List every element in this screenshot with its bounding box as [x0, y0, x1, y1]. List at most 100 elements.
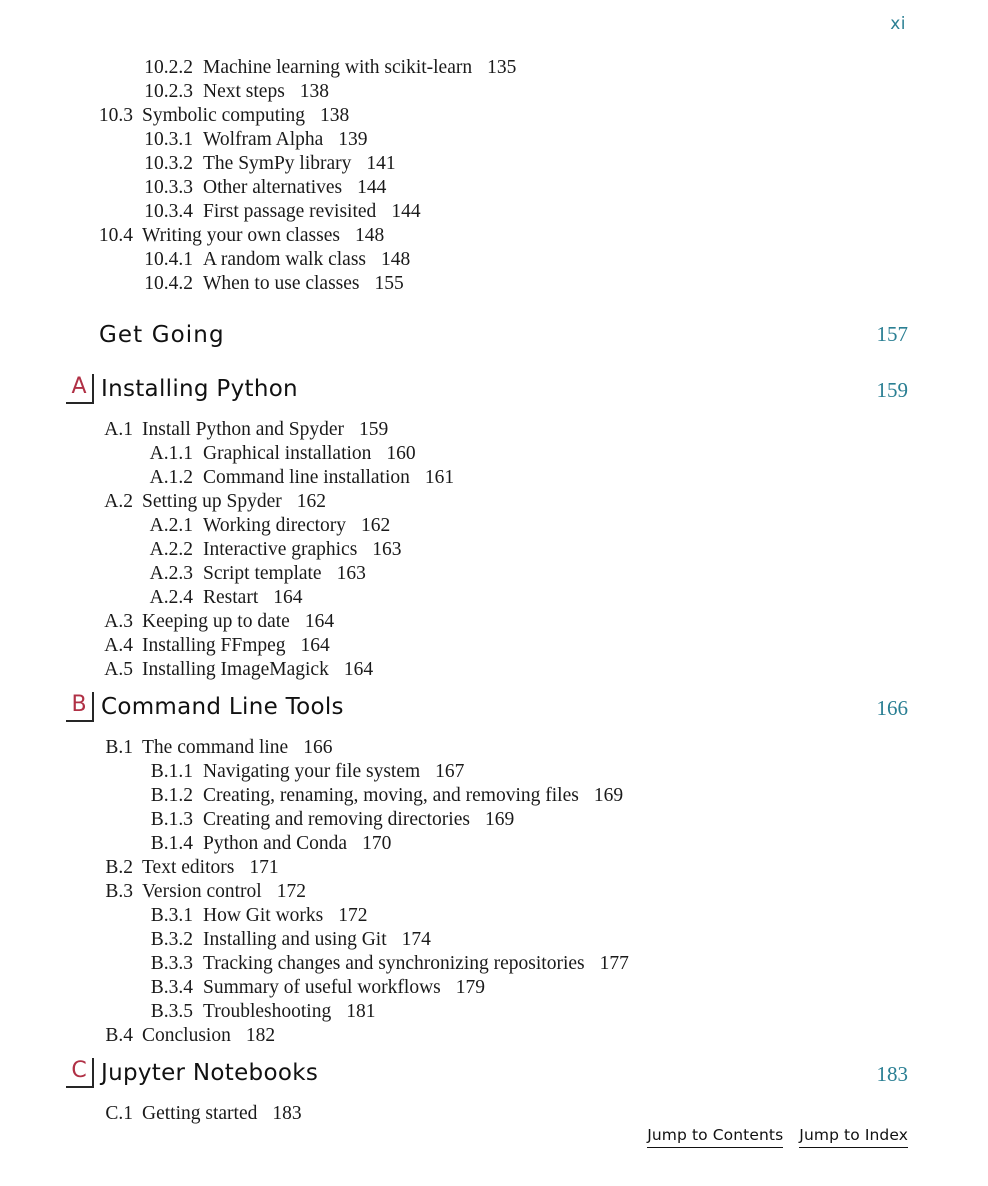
toc-entry[interactable]: B.3.1 How Git works 172: [0, 904, 988, 928]
toc-entry-number: A.2.2: [149, 539, 193, 560]
appendix-title: Command Line Tools: [101, 694, 344, 720]
toc-entry-title: Writing your own classes: [142, 225, 340, 246]
appendix-letter-marker: C: [66, 1058, 94, 1088]
toc-entry[interactable]: 10.4.2 When to use classes 155: [0, 272, 988, 296]
toc-entry[interactable]: A.2.1 Working directory 162: [0, 514, 988, 538]
toc-entry-page: 169: [593, 785, 624, 806]
toc-entry[interactable]: 10.3.4 First passage revisited 144: [0, 200, 988, 224]
toc-entry-number: A.1.1: [149, 443, 193, 464]
toc-entry-page: 164: [300, 635, 330, 656]
toc-entry-page: 138: [320, 105, 350, 126]
footer-jump-links: Jump to Contents Jump to Index: [647, 1126, 908, 1148]
toc-entry-number: B.1.3: [150, 809, 193, 830]
toc-entry-number: B.3.5: [150, 1001, 193, 1022]
toc-entry-page: 161: [424, 467, 455, 488]
toc-entry[interactable]: A.3 Keeping up to date 164: [0, 610, 988, 634]
appendix-entry-list: C.1 Getting started 183: [0, 1102, 988, 1126]
toc-entry-title: Navigating your file system: [203, 761, 421, 782]
appendix-heading-c[interactable]: C Jupyter Notebooks 183: [0, 1058, 988, 1098]
toc-entry-page: 179: [455, 977, 486, 998]
toc-entry-number: 10.4.1: [144, 249, 193, 270]
toc-entry-page: 162: [296, 491, 326, 512]
part-heading-page: 157: [876, 322, 909, 346]
toc-entry-number: B.3: [105, 881, 133, 902]
toc-entry[interactable]: B.1.3 Creating and removing directories 16…: [0, 808, 988, 832]
toc-entry-page: 159: [359, 419, 389, 440]
toc-entry[interactable]: 10.2.2 Machine learning with scikit-learn…: [0, 56, 988, 80]
toc-entry[interactable]: 10.3.1 Wolfram Alpha 139: [0, 128, 988, 152]
toc-entry[interactable]: A.1.2 Command line installation 161: [0, 466, 988, 490]
toc-entry-title: Script template: [203, 563, 322, 584]
toc-entry[interactable]: B.3.3 Tracking changes and synchronizing …: [0, 952, 988, 976]
appendix-title: Installing Python: [101, 376, 298, 402]
toc-entry-title: Keeping up to date: [142, 611, 290, 632]
toc-entry-number: B.3.3: [150, 953, 193, 974]
toc-entry-title: How Git works: [203, 905, 324, 926]
toc-entry-number: C.1: [105, 1103, 133, 1124]
toc-entry-number: A.2.4: [149, 587, 193, 608]
toc-entry-number: A.2.1: [149, 515, 193, 536]
toc-entry[interactable]: A.2 Setting up Spyder 162: [0, 490, 988, 514]
toc-entry-page: 139: [338, 129, 368, 150]
toc-entry-number: A.3: [104, 611, 133, 632]
toc-entry-title: Machine learning with scikit-learn: [203, 57, 473, 78]
toc-entry-number: 10.3.1: [144, 129, 193, 150]
toc-entry[interactable]: 10.3.3 Other alternatives 144: [0, 176, 988, 200]
toc-entry[interactable]: B.3.5 Troubleshooting 181: [0, 1000, 988, 1024]
toc-entry[interactable]: B.3 Version control 172: [0, 880, 988, 904]
toc-entry[interactable]: B.2 Text editors 171: [0, 856, 988, 880]
part-heading-get-going[interactable]: Get Going 157: [0, 322, 988, 348]
toc-entry[interactable]: 10.4.1 A random walk class 148: [0, 248, 988, 272]
toc-entry[interactable]: B.3.4 Summary of useful workflows 179: [0, 976, 988, 1000]
toc-entry[interactable]: A.1 Install Python and Spyder 159: [0, 418, 988, 442]
toc-continued-list: 10.2.2 Machine learning with scikit-learn…: [0, 56, 988, 296]
toc-entry-page: 164: [273, 587, 303, 608]
toc-entry[interactable]: B.4 Conclusion 182: [0, 1024, 988, 1048]
toc-entry-title: Working directory: [203, 515, 347, 536]
toc-entry[interactable]: A.2.3 Script template 163: [0, 562, 988, 586]
toc-entry[interactable]: C.1 Getting started 183: [0, 1102, 988, 1126]
toc-entry-title: Installing and using Git: [203, 929, 387, 950]
toc-entry-page: 170: [362, 833, 392, 854]
toc-entry-page: 164: [304, 611, 335, 632]
toc-entry[interactable]: A.5 Installing ImageMagick 164: [0, 658, 988, 682]
appendix-letter: A: [71, 374, 87, 399]
toc-entry-title: Creating, renaming, moving, and removing…: [203, 785, 579, 806]
appendix-heading-a[interactable]: A Installing Python 159: [0, 374, 988, 414]
toc-entry-number: B.1: [105, 737, 133, 758]
jump-link[interactable]: Jump to Index: [799, 1126, 908, 1148]
toc-entry[interactable]: A.2.2 Interactive graphics 163: [0, 538, 988, 562]
toc-entry[interactable]: A.2.4 Restart 164: [0, 586, 988, 610]
toc-entry[interactable]: A.1.1 Graphical installation 160: [0, 442, 988, 466]
toc-entry-title: Getting started: [142, 1103, 258, 1124]
toc-entry-page: 169: [484, 809, 515, 830]
toc-entry-page: 163: [336, 563, 366, 584]
jump-link[interactable]: Jump to Contents: [647, 1126, 784, 1148]
appendix-page: 166: [876, 696, 909, 720]
appendix-heading-b[interactable]: B Command Line Tools 166: [0, 692, 988, 732]
toc-entry[interactable]: A.4 Installing FFmpeg 164: [0, 634, 988, 658]
appendix-title: Jupyter Notebooks: [101, 1060, 319, 1086]
toc-entry[interactable]: B.1 The command line 166: [0, 736, 988, 760]
toc-entry-title: Restart: [203, 587, 259, 608]
toc-entry[interactable]: B.1.4 Python and Conda 170: [0, 832, 988, 856]
toc-entry-title: Version control: [142, 881, 262, 902]
toc-entry[interactable]: 10.3 Symbolic computing 138: [0, 104, 988, 128]
toc-entry[interactable]: 10.3.2 The SymPy library 141: [0, 152, 988, 176]
toc-entry[interactable]: B.1.1 Navigating your file system 167: [0, 760, 988, 784]
toc-entry[interactable]: B.1.2 Creating, renaming, moving, and rem…: [0, 784, 988, 808]
toc-entry-page: 144: [391, 201, 421, 222]
toc-entry-number: 10.3.2: [144, 153, 193, 174]
toc-entry-title: Command line installation: [203, 467, 410, 488]
toc-entry-page: 174: [401, 929, 431, 950]
toc-entry-page: 183: [272, 1103, 302, 1124]
toc-entry[interactable]: 10.2.3 Next steps 138: [0, 80, 988, 104]
toc-entry[interactable]: B.3.2 Installing and using Git 174: [0, 928, 988, 952]
toc-entry-number: B.3.4: [150, 977, 193, 998]
toc-entry[interactable]: 10.4 Writing your own classes 148: [0, 224, 988, 248]
toc-entry-title: The SymPy library: [203, 153, 352, 174]
running-folio: xi: [890, 14, 906, 34]
toc-entry-title: Next steps: [203, 81, 285, 102]
toc-entry-page: 144: [357, 177, 387, 198]
toc-entry-number: B.1.2: [150, 785, 193, 806]
